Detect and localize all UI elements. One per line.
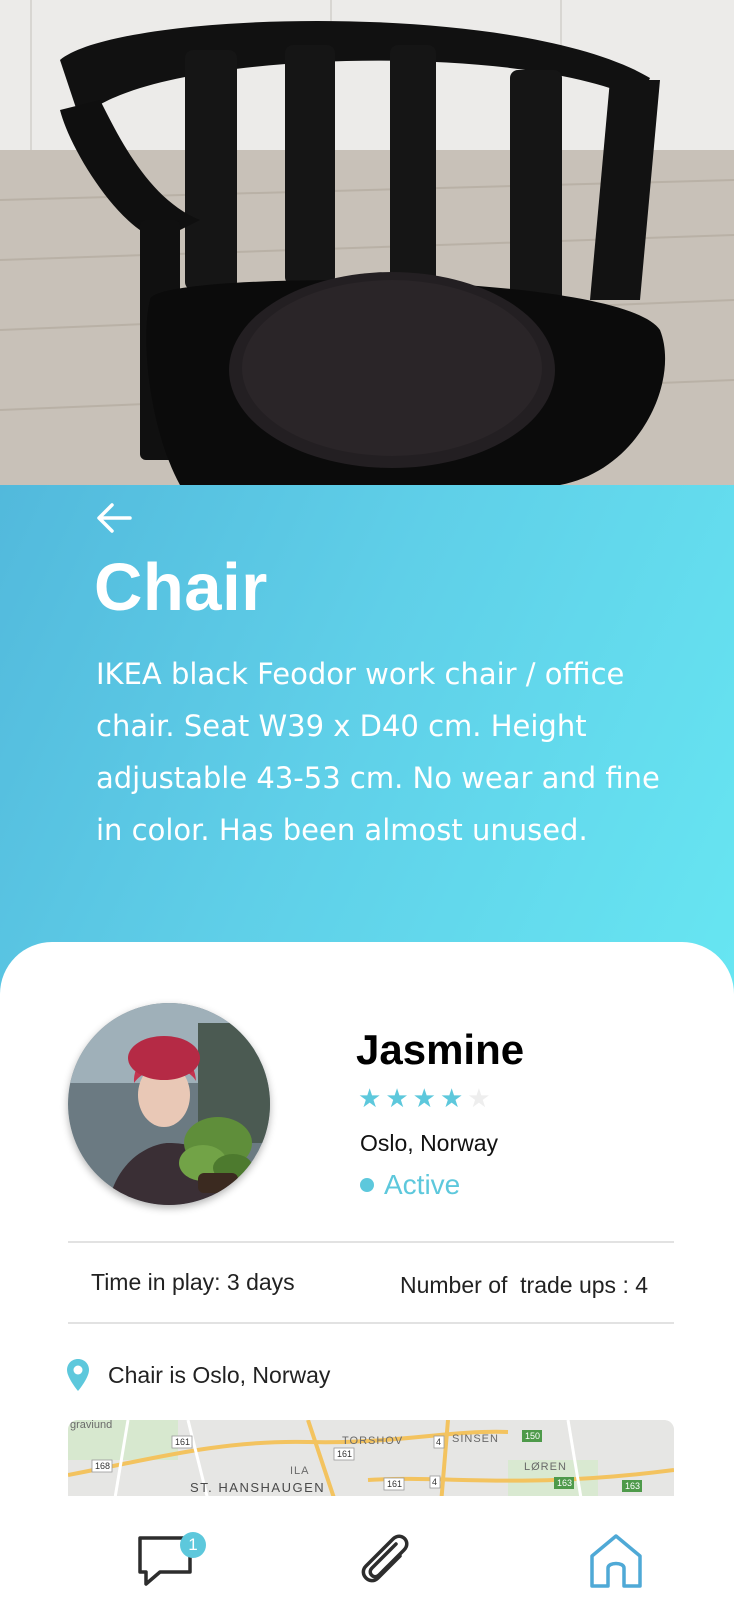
status-dot-icon (360, 1178, 374, 1192)
seller-location: Oslo, Norway (360, 1130, 499, 1156)
star-icon: ★ (358, 1084, 382, 1114)
divider (68, 1241, 674, 1243)
star-icon: ★ (439, 1084, 464, 1114)
map-road-number: 150 (525, 1431, 540, 1441)
seller-rating: ★ ★ ★ ★ ★ (358, 1084, 491, 1114)
home-icon[interactable] (584, 1528, 648, 1592)
star-icon: ★ (412, 1084, 436, 1114)
map-road-number: 161 (175, 1437, 190, 1447)
map-road-number: 161 (387, 1479, 402, 1489)
paperclip-icon[interactable] (354, 1528, 418, 1592)
divider (68, 1322, 674, 1324)
map-road-number: 168 (95, 1461, 110, 1471)
item-photo (0, 0, 734, 485)
map-label: SINSEN (452, 1433, 499, 1445)
time-in-play: Time in play: 3 days (91, 1269, 295, 1295)
map-road-number: 163 (557, 1478, 572, 1488)
seller-name: Jasmine (356, 1026, 525, 1073)
location-pin-icon (67, 1359, 89, 1391)
status-indicator: Active (360, 1168, 460, 1202)
trade-ups-count: Number of trade ups : 4 (400, 1272, 649, 1298)
map-road-number: 4 (436, 1437, 441, 1447)
map-road-number: 163 (625, 1481, 640, 1491)
map-label: ILA (290, 1465, 310, 1477)
star-empty-icon: ★ (467, 1084, 491, 1114)
item-description: IKEA black Feodor work chair / office ch… (96, 657, 660, 847)
item-location: Chair is Oslo, Norway (108, 1362, 331, 1388)
chat-notification-badge: 1 (180, 1532, 206, 1558)
seller-avatar[interactable] (68, 1003, 270, 1205)
status-label: Active (384, 1169, 461, 1200)
map-label: ST. HANSHAUGEN (190, 1480, 325, 1495)
map-label: LØREN (524, 1461, 567, 1473)
map-road-number: 161 (337, 1449, 352, 1459)
map-label: TORSHOV (342, 1435, 403, 1447)
map-road-number: 4 (432, 1477, 437, 1487)
item-title: Chair (94, 550, 268, 625)
map-label: graviund (70, 1420, 112, 1431)
star-icon: ★ (385, 1084, 409, 1114)
back-arrow-icon[interactable] (94, 500, 134, 536)
item-detail-screen: Chair IKEA black Feodor work chair / off… (0, 0, 734, 1615)
